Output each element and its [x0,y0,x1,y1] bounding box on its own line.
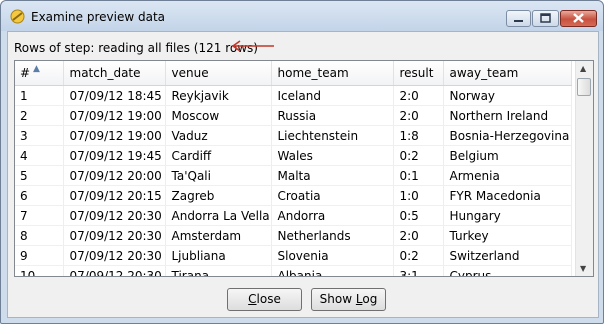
cell-row-number: 8 [15,225,64,246]
cell-result: 3:1 [393,265,444,276]
cell-away-team: Hungary [443,205,572,226]
table-row[interactable]: 1 07/09/12 18:45 Reykjavik Iceland 2:0 N… [15,85,572,106]
table-row[interactable]: 6 07/09/12 20:15 Zagreb Croatia 1:0 FYR … [15,185,572,206]
table-row[interactable]: 8 07/09/12 20:30 Amsterdam Netherlands 2… [15,225,572,246]
dialog-body: Rows of step: reading all files (121 row… [7,31,599,318]
cell-match-date: 07/09/12 19:00 [63,125,166,146]
cell-row-number: 3 [15,125,64,146]
column-header-home-team[interactable]: home_team [271,61,394,86]
cell-row-number: 2 [15,105,64,126]
maximize-icon [540,13,551,23]
cell-row-number: 6 [15,185,64,206]
table-row[interactable]: 2 07/09/12 19:00 Moscow Russia 2:0 North… [15,105,572,126]
cell-result: 0:2 [393,245,444,266]
close-icon [573,13,584,23]
vertical-scrollbar[interactable]: ▲ ▼ [575,61,593,276]
cell-away-team: Belgium [443,145,572,166]
sort-ascending-icon: ▲ [33,64,40,74]
table-row[interactable]: 7 07/09/12 20:30 Andorra La Vella Andorr… [15,205,572,226]
table-row[interactable]: 5 07/09/12 20:00 Ta'Qali Malta 0:1 Armen… [15,165,572,186]
cell-match-date: 07/09/12 19:00 [63,105,166,126]
column-header-match-date[interactable]: match_date [63,61,166,86]
cell-match-date: 07/09/12 20:30 [63,265,166,276]
column-header-venue[interactable]: venue [165,61,272,86]
cell-row-number: 4 [15,145,64,166]
examine-preview-window: Examine preview data Rows of step: readi… [0,0,604,324]
cell-result: 2:0 [393,105,444,126]
cell-home-team: Netherlands [271,225,394,246]
table-row[interactable]: 10 07/09/12 20:30 Tirana Albania 3:1 Cyp… [15,265,572,276]
close-window-button[interactable] [560,10,597,27]
cell-venue: Ljubliana [165,245,272,266]
cell-venue: Amsterdam [165,225,272,246]
cell-away-team: Switzerland [443,245,572,266]
cell-home-team: Malta [271,165,394,186]
cell-venue: Moscow [165,105,272,126]
cell-away-team: Armenia [443,165,572,186]
column-header-away-team[interactable]: away_team [443,61,572,86]
cell-away-team: Norway [443,85,572,106]
cell-away-team: Turkey [443,225,572,246]
preview-data-table[interactable]: # ▲ match_date venue home_team result aw… [14,60,594,277]
cell-venue: Tirana [165,265,272,276]
table-row[interactable]: 9 07/09/12 20:30 Ljubliana Slovenia 0:2 … [15,245,572,266]
maximize-button[interactable] [532,10,559,27]
show-log-button[interactable]: Show Log [311,288,386,311]
cell-row-number: 1 [15,85,64,106]
minimize-icon [514,20,523,22]
scroll-down-icon[interactable]: ▼ [580,264,586,273]
cell-home-team: Wales [271,145,394,166]
column-header-result[interactable]: result [393,61,444,86]
rows-of-step-label: Rows of step: reading all files (121 row… [14,41,258,55]
window-title: Examine preview data [31,10,166,24]
cell-result: 1:0 [393,185,444,206]
table-row[interactable]: 4 07/09/12 19:45 Cardiff Wales 0:2 Belgi… [15,145,572,166]
cell-row-number: 10 [15,265,64,276]
cell-row-number: 9 [15,245,64,266]
cell-home-team: Croatia [271,185,394,206]
column-header-row-number[interactable]: # ▲ [15,61,64,86]
table-row[interactable]: 3 07/09/12 19:00 Vaduz Liechtenstein 1:8… [15,125,572,146]
minimize-button[interactable] [506,10,531,27]
annotation-arrow-icon [231,40,274,52]
cell-venue: Cardiff [165,145,272,166]
cell-venue: Ta'Qali [165,165,272,186]
cell-venue: Reykjavik [165,85,272,106]
scroll-up-icon[interactable]: ▲ [580,64,586,73]
cell-result: 0:1 [393,165,444,186]
cell-away-team: Cyprus [443,265,572,276]
cell-match-date: 07/09/12 20:30 [63,205,166,226]
cell-match-date: 07/09/12 20:15 [63,185,166,206]
cell-match-date: 07/09/12 20:30 [63,225,166,246]
cell-match-date: 07/09/12 20:00 [63,165,166,186]
cell-home-team: Iceland [271,85,394,106]
title-bar[interactable]: Examine preview data [1,1,603,31]
cell-home-team: Russia [271,105,394,126]
cell-away-team: Bosnia-Herzegovina [443,125,572,146]
cell-away-team: FYR Macedonia [443,185,572,206]
app-icon [10,9,25,24]
cell-venue: Vaduz [165,125,272,146]
cell-result: 2:0 [393,85,444,106]
cell-venue: Andorra La Vella [165,205,272,226]
cell-home-team: Albania [271,265,394,276]
cell-venue: Zagreb [165,185,272,206]
cell-match-date: 07/09/12 20:30 [63,245,166,266]
cell-row-number: 5 [15,165,64,186]
cell-away-team: Northern Ireland [443,105,572,126]
close-button[interactable]: Close [227,288,302,311]
cell-result: 1:8 [393,125,444,146]
cell-result: 2:0 [393,225,444,246]
cell-result: 0:5 [393,205,444,226]
cell-result: 0:2 [393,145,444,166]
cell-match-date: 07/09/12 18:45 [63,85,166,106]
cell-match-date: 07/09/12 19:45 [63,145,166,166]
cell-home-team: Slovenia [271,245,394,266]
scrollbar-thumb[interactable] [577,78,591,96]
cell-row-number: 7 [15,205,64,226]
cell-home-team: Andorra [271,205,394,226]
table-header-row: # ▲ match_date venue home_team result aw… [15,61,572,86]
cell-home-team: Liechtenstein [271,125,394,146]
